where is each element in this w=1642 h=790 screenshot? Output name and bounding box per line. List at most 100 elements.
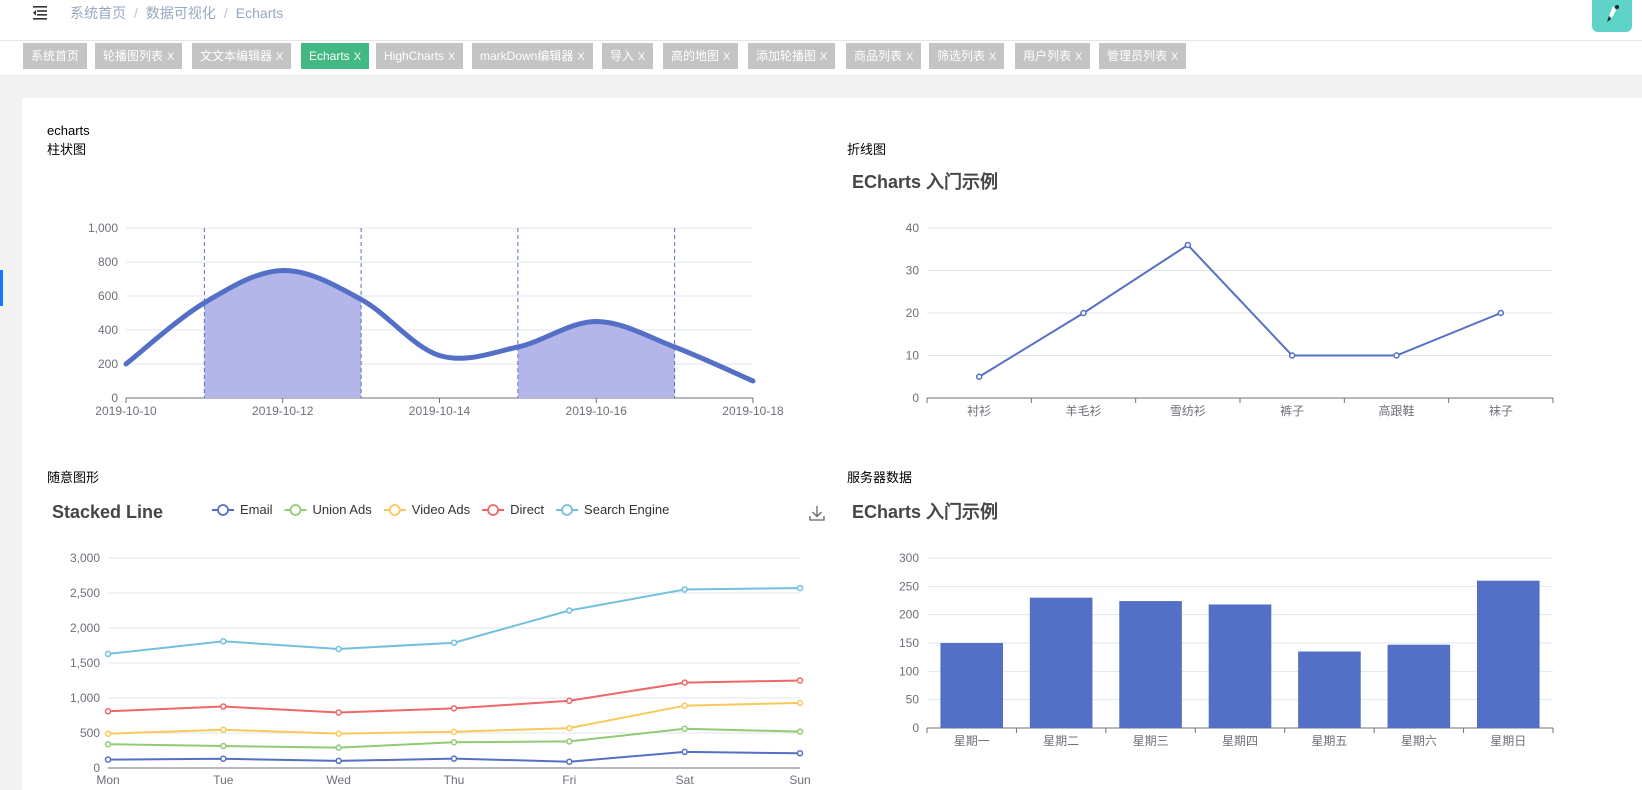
data-point[interactable] bbox=[335, 757, 342, 765]
data-point[interactable] bbox=[681, 748, 688, 756]
bar[interactable] bbox=[1119, 601, 1182, 728]
y-tick-label: 3,000 bbox=[70, 551, 100, 565]
y-tick-label: 50 bbox=[906, 693, 920, 707]
legend-marker[interactable] bbox=[217, 504, 229, 516]
x-tick-label: 星期一 bbox=[954, 734, 990, 748]
data-point[interactable] bbox=[566, 607, 573, 614]
data-point[interactable] bbox=[566, 724, 573, 732]
bar[interactable] bbox=[1476, 580, 1540, 728]
bar[interactable] bbox=[1029, 597, 1093, 728]
data-point[interactable] bbox=[104, 730, 112, 737]
data-point[interactable] bbox=[796, 699, 804, 707]
y-tick-label: 250 bbox=[899, 579, 919, 593]
y-tick-label: 100 bbox=[899, 664, 919, 678]
data-point[interactable] bbox=[566, 738, 573, 745]
data-point[interactable] bbox=[681, 679, 688, 686]
data-point[interactable] bbox=[1288, 352, 1296, 359]
legend-label: Direct bbox=[510, 502, 544, 517]
x-tick-label: 袜子 bbox=[1489, 404, 1513, 418]
data-point[interactable] bbox=[450, 728, 458, 735]
data-point[interactable] bbox=[796, 584, 804, 592]
data-point[interactable] bbox=[1080, 309, 1087, 317]
legend-label: Search Engine bbox=[584, 502, 669, 517]
data-point[interactable] bbox=[335, 645, 342, 653]
x-tick-label: 雪纺衫 bbox=[1170, 404, 1206, 418]
y-tick-label: 500 bbox=[80, 726, 100, 740]
data-point[interactable] bbox=[220, 755, 227, 763]
x-tick-label: 裤子 bbox=[1280, 404, 1304, 418]
bar[interactable] bbox=[1298, 651, 1361, 729]
y-tick-label: 600 bbox=[98, 289, 118, 303]
y-tick-label: 1,500 bbox=[70, 656, 100, 670]
data-point[interactable] bbox=[450, 639, 458, 646]
data-point[interactable] bbox=[450, 705, 458, 712]
legend-marker[interactable] bbox=[561, 504, 573, 516]
chart-title: ECharts 入门示例 bbox=[852, 171, 998, 192]
charts-canvas: 02004006008001,0002019-10-10 2019-10-12 20… bbox=[52, 171, 1554, 787]
x-tick-label: 衬衫 bbox=[967, 404, 991, 418]
y-tick-label: 0 bbox=[912, 721, 919, 735]
data-point[interactable] bbox=[1393, 352, 1400, 359]
data-point[interactable] bbox=[335, 744, 342, 751]
y-tick-label: 150 bbox=[899, 636, 919, 650]
x-tick-label: 星期日 bbox=[1490, 734, 1526, 748]
x-tick-label: Sat bbox=[676, 773, 695, 787]
legend-marker[interactable] bbox=[487, 504, 499, 516]
y-tick-label: 0 bbox=[111, 391, 118, 405]
x-tick-label: Tue bbox=[213, 773, 234, 787]
data-point[interactable] bbox=[566, 697, 573, 705]
legend-marker[interactable] bbox=[388, 504, 401, 516]
x-tick-label: Mon bbox=[96, 773, 119, 787]
data-point[interactable] bbox=[220, 742, 227, 750]
y-tick-label: 400 bbox=[98, 323, 118, 337]
data-point[interactable] bbox=[796, 728, 804, 735]
data-point[interactable] bbox=[104, 740, 112, 748]
data-point[interactable] bbox=[220, 703, 227, 710]
bar[interactable] bbox=[1208, 604, 1272, 728]
data-point[interactable] bbox=[450, 755, 458, 762]
data-point[interactable] bbox=[975, 373, 983, 380]
data-point[interactable] bbox=[566, 758, 573, 765]
legend-marker[interactable] bbox=[289, 504, 302, 516]
y-tick-label: 200 bbox=[899, 608, 919, 622]
data-point[interactable] bbox=[220, 638, 227, 645]
data-point[interactable] bbox=[796, 677, 804, 684]
chart-title: Stacked Line bbox=[52, 502, 163, 522]
y-tick-label: 0 bbox=[912, 391, 919, 405]
x-tick-label: 2019-10-18 bbox=[722, 404, 784, 418]
legend-label: Union Ads bbox=[313, 502, 373, 517]
bar[interactable] bbox=[940, 643, 1004, 728]
x-tick-label: 2019-10-12 bbox=[252, 404, 314, 418]
data-point[interactable] bbox=[1184, 241, 1192, 249]
data-point[interactable] bbox=[1497, 309, 1505, 317]
y-tick-label: 800 bbox=[98, 255, 118, 269]
x-tick-label: Sun bbox=[789, 773, 810, 787]
x-tick-label: 星期五 bbox=[1311, 734, 1347, 748]
x-tick-label: 2019-10-10 bbox=[95, 404, 157, 418]
x-tick-label: 星期二 bbox=[1043, 734, 1079, 748]
series-line bbox=[978, 243, 1502, 378]
data-point[interactable] bbox=[335, 730, 342, 737]
x-tick-label: 星期四 bbox=[1222, 734, 1258, 748]
y-tick-label: 30 bbox=[906, 264, 920, 278]
x-tick-label: 羊毛衫 bbox=[1065, 403, 1101, 418]
x-tick-label: 2019-10-14 bbox=[409, 404, 471, 418]
data-point[interactable] bbox=[335, 709, 342, 716]
data-point[interactable] bbox=[796, 750, 804, 757]
data-point[interactable] bbox=[450, 738, 458, 746]
bar[interactable] bbox=[1387, 644, 1451, 728]
shaded-area bbox=[204, 270, 675, 398]
y-tick-label: 10 bbox=[906, 349, 920, 363]
data-point[interactable] bbox=[104, 708, 112, 715]
x-tick-label: Fri bbox=[562, 773, 576, 787]
data-point[interactable] bbox=[681, 702, 688, 709]
data-point[interactable] bbox=[681, 725, 688, 733]
x-tick-label: 星期三 bbox=[1133, 734, 1169, 748]
data-point[interactable] bbox=[681, 586, 688, 593]
y-tick-label: 2,500 bbox=[70, 586, 100, 600]
data-point[interactable] bbox=[220, 726, 227, 734]
data-point[interactable] bbox=[104, 650, 112, 658]
data-point[interactable] bbox=[104, 756, 112, 763]
x-tick-label: Thu bbox=[444, 773, 465, 787]
y-tick-label: 40 bbox=[906, 221, 920, 235]
